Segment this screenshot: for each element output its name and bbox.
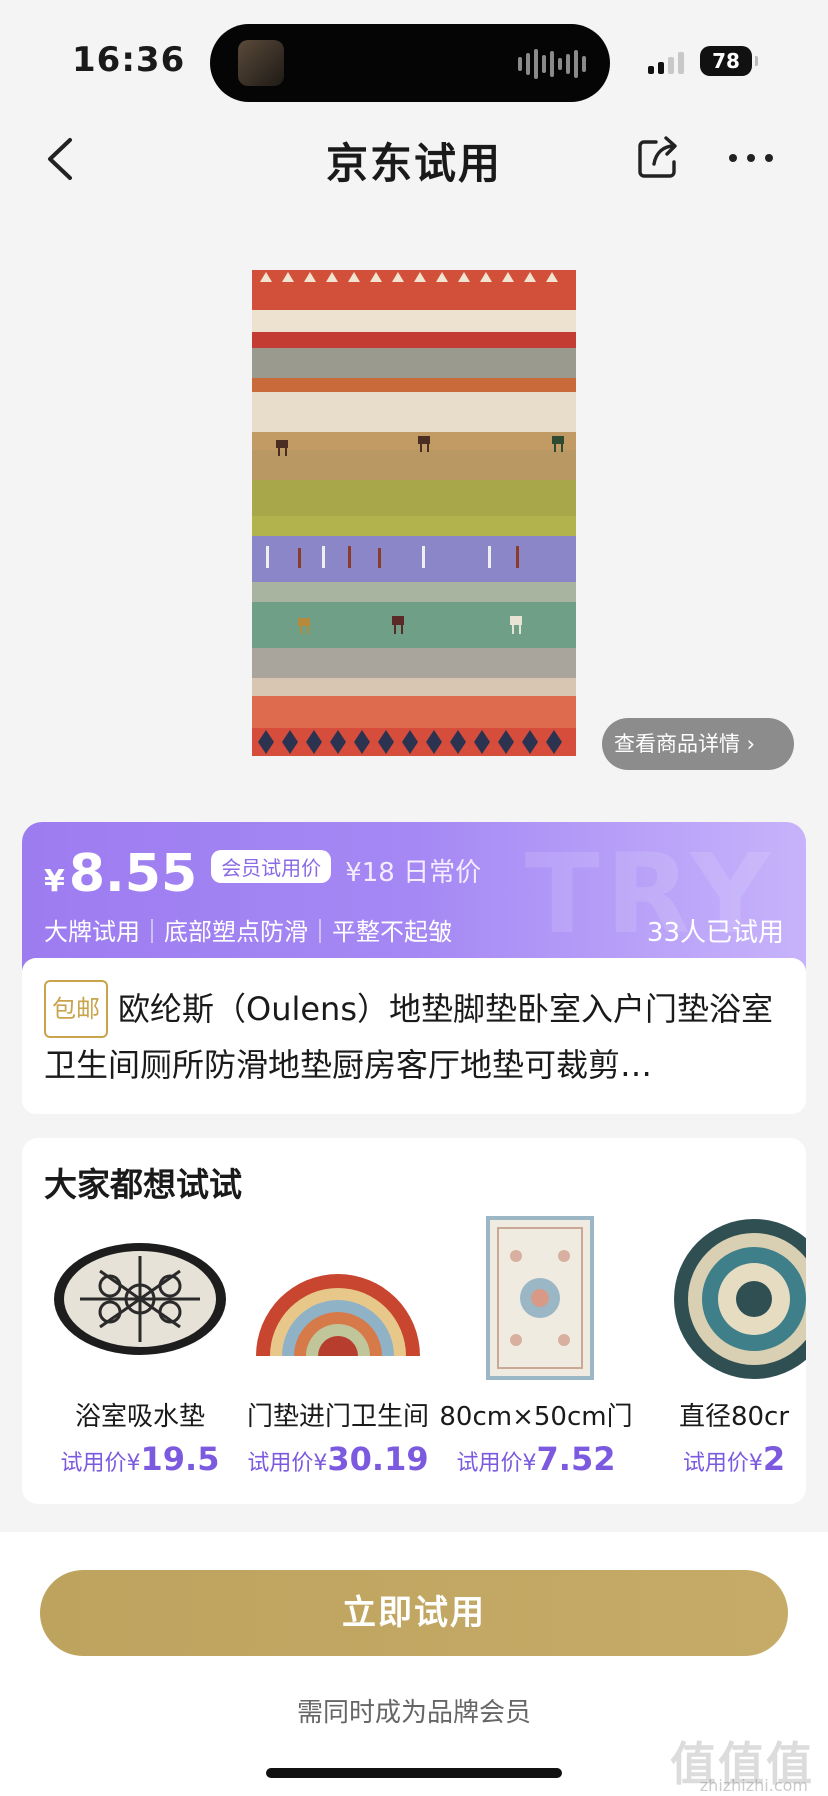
reco-item-image: [54, 1243, 226, 1355]
product-title-text: 欧纶斯（Oulens）地垫脚垫卧室入户门垫浴室卫生间厕所防滑地垫厨房客厅地垫可裁…: [44, 990, 774, 1084]
tried-count: 33人已试用: [646, 918, 784, 948]
trial-price: 8.55: [68, 844, 198, 904]
reco-item-price: 试用价¥7.52: [456, 1440, 616, 1478]
member-price-badge: 会员试用价: [211, 849, 332, 883]
reco-item-price: 试用价¥19.5: [60, 1440, 220, 1478]
currency-symbol: ¥: [44, 864, 65, 899]
battery-icon: 78: [700, 46, 758, 76]
feature-highlights: 大牌试用｜底部塑点防滑｜平整不起皱: [44, 918, 452, 946]
price-row: ¥ 8.55 会员试用价 ¥18 日常价: [44, 844, 481, 904]
reco-item-name: 80cm×50cm门: [439, 1402, 633, 1432]
product-title: 包邮 欧纶斯（Oulens）地垫脚垫卧室入户门垫浴室卫生间厕所防滑地垫厨房客厅地垫…: [44, 980, 784, 1092]
product-title-card[interactable]: 包邮 欧纶斯（Oulens）地垫脚垫卧室入户门垫浴室卫生间厕所防滑地垫厨房客厅地垫…: [22, 958, 806, 1114]
now-playing-artwork: [238, 40, 284, 86]
bottom-action-bar: 立即试用 需同时成为品牌会员 值值值 zhizhizhi.com: [0, 1532, 828, 1796]
share-icon[interactable]: [636, 134, 680, 180]
reco-item-image: [674, 1219, 806, 1379]
reco-item-name: 直径80cr: [678, 1402, 790, 1432]
status-bar: 16:36 78: [0, 0, 828, 120]
reco-item-name: 门垫进门卫生间: [246, 1402, 429, 1432]
page-title: 京东试用: [325, 139, 502, 188]
product-image[interactable]: [252, 270, 576, 756]
reco-item[interactable]: 80cm×50cm门 试用价¥7.52: [436, 1216, 636, 1496]
reco-item-image: [256, 1274, 420, 1356]
status-time: 16:36: [72, 40, 186, 80]
dynamic-island: [210, 24, 610, 102]
reco-item[interactable]: 浴室吸水垫 试用价¥19.5: [40, 1216, 240, 1496]
cellular-signal-icon: [648, 52, 684, 74]
daily-price: ¥18 日常价: [345, 857, 482, 888]
view-details-button[interactable]: 查看商品详情 ›: [602, 718, 794, 770]
section-heading: 大家都想试试: [44, 1165, 242, 1204]
navigation-bar: 京东试用: [0, 120, 828, 200]
home-indicator[interactable]: [266, 1768, 562, 1778]
reco-item-name: 浴室吸水垫: [74, 1402, 205, 1432]
site-watermark-url: zhizhizhi.com: [699, 1776, 808, 1795]
try-now-button[interactable]: 立即试用: [40, 1570, 788, 1656]
free-shipping-tag: 包邮: [44, 980, 108, 1038]
audio-waveform-icon: [518, 48, 586, 80]
more-icon[interactable]: [726, 140, 776, 176]
reco-item[interactable]: 门垫进门卫生间 试用价¥30.19: [238, 1216, 438, 1496]
recommendation-section: 大家都想试试 浴室吸水垫 试用价¥19.5 门垫进门卫生间 试用价¥30.19 …: [22, 1138, 806, 1504]
reco-item-price: 试用价¥30.19: [247, 1440, 429, 1478]
membership-note: 需同时成为品牌会员: [296, 1698, 531, 1728]
recommendation-list[interactable]: 浴室吸水垫 试用价¥19.5 门垫进门卫生间 试用价¥30.19 80cm×50…: [22, 1216, 806, 1496]
reco-item-price: 试用价¥2: [682, 1440, 786, 1478]
reco-item-image: [486, 1216, 594, 1380]
reco-item[interactable]: 直径80cr 试用价¥2: [634, 1216, 806, 1496]
